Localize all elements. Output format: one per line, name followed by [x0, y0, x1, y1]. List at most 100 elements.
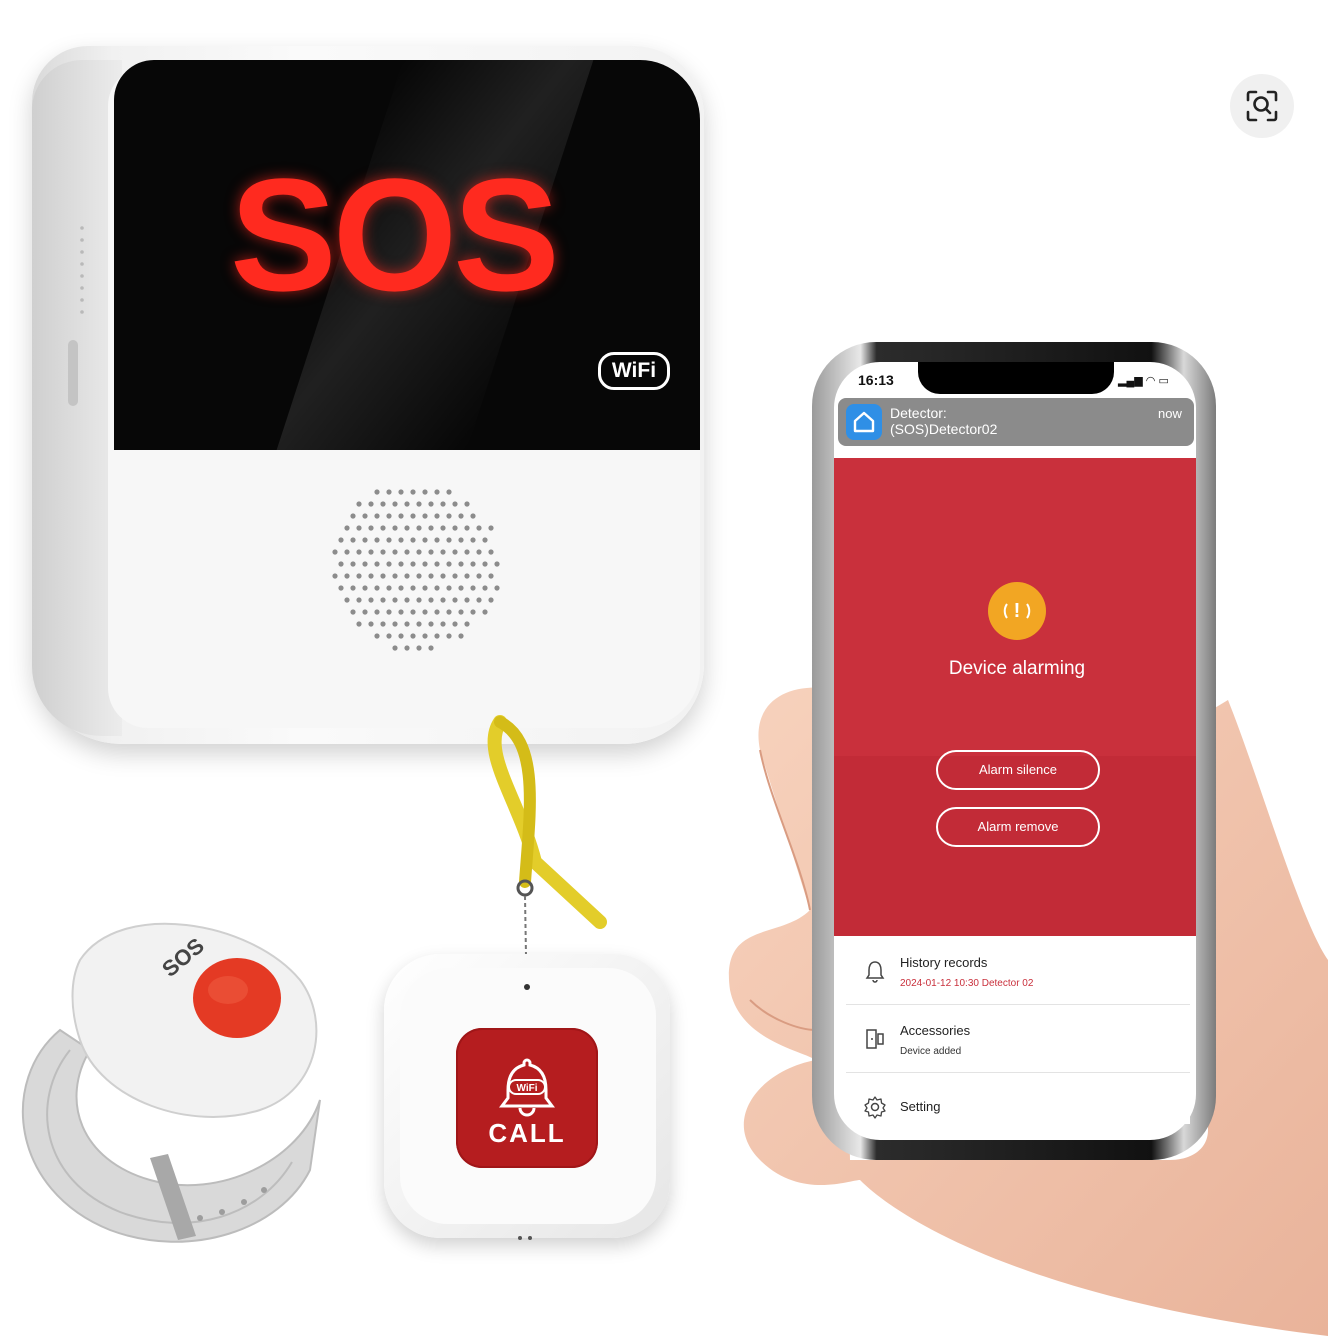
- grille-hole: [440, 501, 446, 507]
- grille-hole: [446, 609, 452, 615]
- grille-hole: [374, 585, 380, 591]
- grille-hole: [398, 585, 404, 591]
- grille-hole: [362, 537, 368, 543]
- accessories-label: Accessories: [900, 1023, 971, 1038]
- grille-hole: [416, 549, 422, 555]
- grille-hole: [398, 489, 404, 495]
- grille-hole: [428, 501, 434, 507]
- grille-hole: [356, 621, 362, 627]
- grille-hole: [404, 549, 410, 555]
- visual-search-button[interactable]: [1230, 74, 1294, 138]
- grille-hole: [404, 645, 410, 651]
- alarm-status: Device alarming: [948, 658, 1086, 679]
- grille-hole: [398, 537, 404, 543]
- setting-label: Setting: [900, 1099, 941, 1114]
- grille-hole: [392, 525, 398, 531]
- grille-hole: [344, 573, 350, 579]
- grille-hole: [374, 633, 380, 639]
- alarm-silence-button[interactable]: Alarm silence: [936, 750, 1100, 790]
- grille-hole: [434, 633, 440, 639]
- grille-hole: [464, 573, 470, 579]
- grille-hole: [362, 609, 368, 615]
- menu-item-setting[interactable]: [846, 1074, 1190, 1124]
- hub-side-slot: [68, 340, 78, 406]
- grille-hole: [428, 573, 434, 579]
- status-time: 16:13: [858, 372, 894, 388]
- grille-hole: [476, 597, 482, 603]
- grille-hole: [470, 513, 476, 519]
- grille-hole: [344, 597, 350, 603]
- grille-hole: [446, 561, 452, 567]
- grille-hole: [350, 537, 356, 543]
- grille-hole: [374, 537, 380, 543]
- grille-hole: [458, 633, 464, 639]
- grille-hole: [458, 609, 464, 615]
- grille-hole: [434, 609, 440, 615]
- grille-hole: [398, 633, 404, 639]
- grille-hole: [380, 597, 386, 603]
- grille-hole: [428, 549, 434, 555]
- grille-hole: [488, 549, 494, 555]
- grille-hole: [482, 561, 488, 567]
- grille-hole: [428, 597, 434, 603]
- grille-hole: [476, 549, 482, 555]
- grille-hole: [332, 549, 338, 555]
- grille-hole: [416, 621, 422, 627]
- hub-wifi-badge: WiFi: [598, 352, 670, 390]
- grille-hole: [452, 525, 458, 531]
- grille-hole: [422, 561, 428, 567]
- grille-hole: [410, 585, 416, 591]
- device-icon: [866, 1029, 884, 1049]
- grille-hole: [380, 501, 386, 507]
- grille-hole: [422, 585, 428, 591]
- grille-hole: [386, 633, 392, 639]
- grille-hole: [452, 501, 458, 507]
- status-icons: ▂▄▆ ◠ ▭: [1118, 374, 1169, 387]
- grille-hole: [470, 561, 476, 567]
- grille-hole: [482, 585, 488, 591]
- notification-time: now: [1158, 406, 1182, 421]
- grille-hole: [458, 513, 464, 519]
- grille-hole: [416, 645, 422, 651]
- grille-hole: [488, 597, 494, 603]
- grille-hole: [440, 573, 446, 579]
- grille-hole: [440, 525, 446, 531]
- grille-hole: [452, 549, 458, 555]
- grille-hole: [356, 573, 362, 579]
- grille-hole: [482, 609, 488, 615]
- menu-item-accessories[interactable]: [846, 1006, 1190, 1073]
- grille-hole: [476, 573, 482, 579]
- menu-item-history[interactable]: [846, 938, 1190, 1005]
- grille-hole: [398, 561, 404, 567]
- history-records-detail: 2024-01-12 10:30 Detector 02: [900, 978, 1034, 989]
- alarm-remove-button[interactable]: Alarm remove: [936, 807, 1100, 847]
- grille-hole: [434, 561, 440, 567]
- grille-hole: [404, 621, 410, 627]
- grille-hole: [368, 525, 374, 531]
- grille-hole: [422, 489, 428, 495]
- grille-hole: [434, 585, 440, 591]
- grille-hole: [458, 537, 464, 543]
- grille-hole: [428, 525, 434, 531]
- grille-hole: [464, 597, 470, 603]
- grille-hole: [368, 549, 374, 555]
- bell-wifi-icon: WiFi: [499, 1058, 555, 1117]
- grille-hole: [356, 501, 362, 507]
- notification-subtitle: (SOS)Detector02: [890, 421, 998, 437]
- grille-hole: [458, 561, 464, 567]
- grille-hole: [350, 585, 356, 591]
- grille-hole: [332, 573, 338, 579]
- grille-hole: [428, 645, 434, 651]
- grille-hole: [392, 549, 398, 555]
- grille-hole: [362, 561, 368, 567]
- grille-hole: [380, 621, 386, 627]
- grille-hole: [404, 501, 410, 507]
- grille-hole: [446, 585, 452, 591]
- lanyard: [487, 715, 607, 957]
- grille-hole: [386, 537, 392, 543]
- grille-hole: [494, 561, 500, 567]
- grille-hole: [410, 609, 416, 615]
- grille-hole: [464, 549, 470, 555]
- grille-hole: [374, 609, 380, 615]
- grille-hole: [470, 609, 476, 615]
